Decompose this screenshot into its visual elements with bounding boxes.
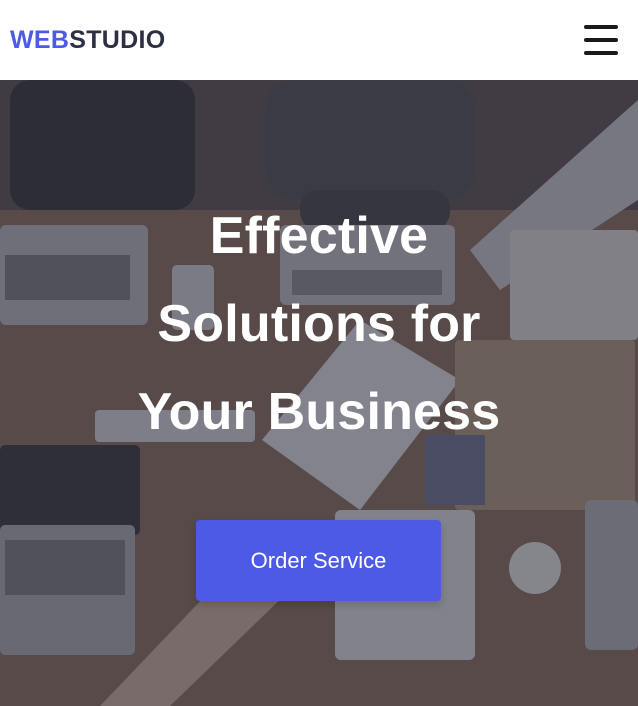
hero-section: Effective Solutions for Your Business Or… — [0, 80, 638, 706]
site-header: WEB STUDIO — [0, 0, 638, 80]
menu-bar-bottom — [584, 51, 618, 55]
logo[interactable]: WEB STUDIO — [10, 26, 165, 55]
hamburger-icon[interactable] — [584, 25, 618, 55]
hero-title-line-2: Solutions for — [157, 295, 481, 353]
menu-bar-middle — [584, 38, 618, 42]
logo-rest: STUDIO — [69, 25, 166, 54]
hero-title-line-3: Your Business — [137, 383, 501, 441]
menu-bar-top — [584, 25, 618, 29]
logo-accent: WEB — [10, 25, 70, 54]
hero-title: Effective Solutions for Your Business — [60, 192, 578, 456]
order-service-button[interactable]: Order Service — [196, 520, 441, 601]
hero-title-line-1: Effective — [209, 207, 429, 265]
